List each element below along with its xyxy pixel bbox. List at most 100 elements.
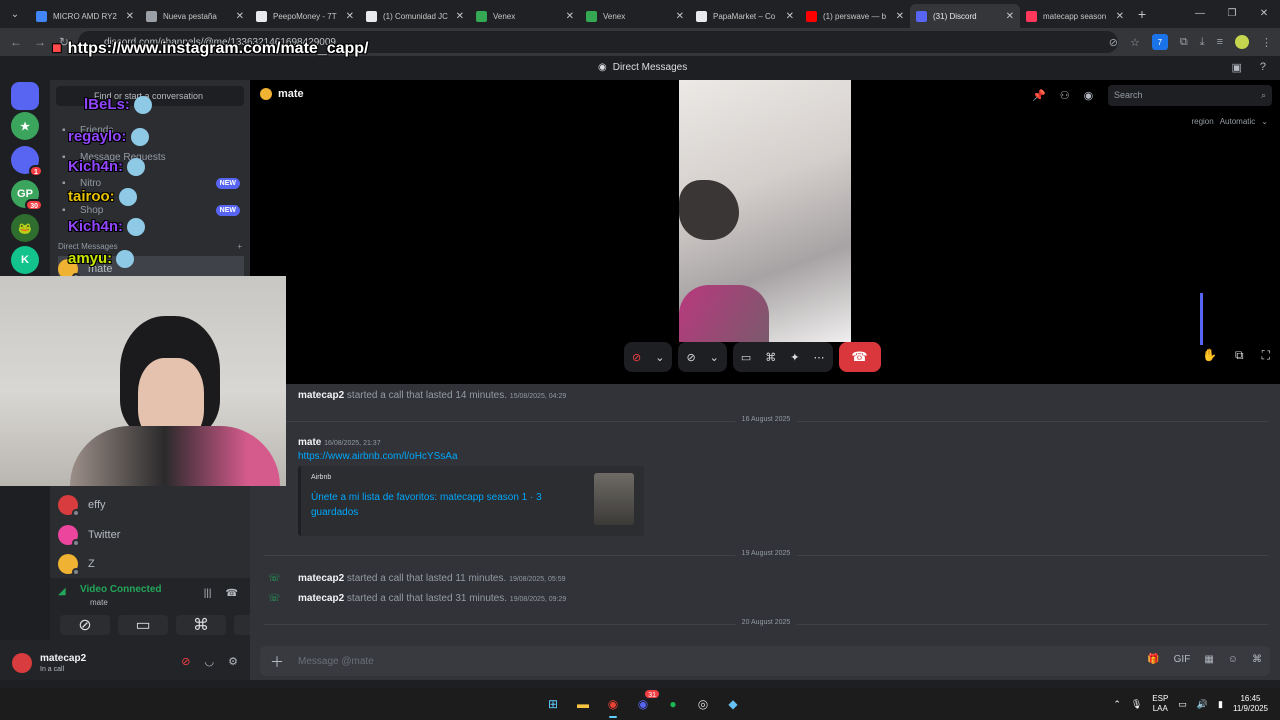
inbox-icon[interactable]: ▣: [1231, 61, 1241, 74]
obs-icon[interactable]: ◎: [691, 692, 715, 716]
new-tab-button[interactable]: +: [1130, 6, 1154, 22]
server-icon[interactable]: 1: [11, 146, 43, 177]
file-explorer-icon[interactable]: ▬: [571, 692, 595, 716]
gif-icon[interactable]: GIF: [1174, 654, 1191, 665]
tab-close-icon[interactable]: ✕: [236, 11, 244, 22]
message-author[interactable]: matecap2: [298, 573, 344, 584]
chevron-down-icon[interactable]: ⌄: [655, 351, 664, 364]
noise-suppression-icon[interactable]: |||: [204, 588, 212, 599]
activity-icon[interactable]: ⌘: [765, 351, 776, 364]
server-icon[interactable]: K: [11, 246, 39, 274]
network-icon[interactable]: ▭: [1178, 699, 1187, 710]
dm-item[interactable]: Z: [58, 551, 244, 577]
eye-off-icon[interactable]: ⊘: [1109, 36, 1118, 49]
server-icon[interactable]: [11, 82, 39, 110]
embed-title[interactable]: Únete a mi lista de favoritos: matecapp …: [311, 490, 551, 520]
server-icon[interactable]: ★: [11, 112, 39, 140]
tab-close-icon[interactable]: ✕: [566, 11, 574, 22]
tab-close-icon[interactable]: ✕: [346, 11, 354, 22]
camera-group[interactable]: ⊘ ⌄: [678, 342, 727, 372]
user-profile-icon[interactable]: ◉: [1084, 89, 1094, 102]
voice-channel[interactable]: mate: [90, 598, 108, 607]
browser-tab[interactable]: (1) perswave — b ✕: [800, 4, 910, 28]
add-friend-icon[interactable]: ⚇: [1060, 89, 1070, 102]
browser-tab[interactable]: MICRO AMD RY2 ✕: [30, 4, 140, 28]
tab-close-icon[interactable]: ✕: [456, 11, 464, 22]
message-link[interactable]: https://www.airbnb.com/l/oHcYSsAa: [298, 451, 458, 462]
tab-close-icon[interactable]: ✕: [676, 11, 684, 22]
chrome-icon[interactable]: ◉: [601, 692, 625, 718]
close-icon[interactable]: ✕: [1248, 0, 1280, 28]
hand-cursor-icon[interactable]: ✋: [1202, 348, 1217, 363]
server-icon[interactable]: 🐸: [11, 214, 39, 242]
message-composer[interactable]: ＋ Message @mate 🎁 GIF ▦ ☺ ⌘: [260, 646, 1270, 676]
steam-icon[interactable]: ◆: [721, 692, 745, 716]
tray-overflow-icon[interactable]: ⌃: [1113, 699, 1121, 710]
extension-icon[interactable]: 7: [1151, 34, 1168, 50]
sticker-icon[interactable]: ▦: [1204, 654, 1213, 665]
mute-icon[interactable]: ⊘: [181, 655, 190, 668]
microphone-icon[interactable]: 🎙: [1131, 699, 1142, 710]
download-icon[interactable]: ⤓: [1200, 36, 1205, 49]
browser-tab[interactable]: PeepoMoney - 7T ✕: [250, 4, 360, 28]
browser-tab[interactable]: Venex ✕: [580, 4, 690, 28]
dm-item[interactable]: effy: [58, 492, 244, 518]
apps-icon[interactable]: ⌘: [1252, 654, 1262, 665]
soundboard-icon[interactable]: ✦: [790, 351, 799, 364]
tab-close-icon[interactable]: ✕: [1116, 11, 1124, 22]
browser-tab[interactable]: Nueva pestaña ✕: [140, 4, 250, 28]
browser-tab[interactable]: (31) Discord ✕: [910, 4, 1020, 28]
more-options-icon[interactable]: ⋯: [814, 351, 825, 364]
disconnect-icon[interactable]: ☎: [226, 588, 238, 599]
share-screen-button[interactable]: ▭: [118, 615, 168, 635]
emoji-icon[interactable]: ☺: [1228, 654, 1238, 665]
browser-tab[interactable]: Venex ✕: [470, 4, 580, 28]
tab-close-icon[interactable]: ✕: [126, 11, 134, 22]
clock[interactable]: 16:45 11/9/2025: [1233, 694, 1268, 714]
help-icon[interactable]: ?: [1260, 61, 1266, 74]
browser-tab[interactable]: (1) Comunidad JC ✕: [360, 4, 470, 28]
server-icon[interactable]: GP 30: [11, 180, 43, 211]
remote-video-tile[interactable]: [679, 80, 851, 342]
avatar[interactable]: [12, 653, 32, 673]
language-indicator[interactable]: ESP LAA: [1152, 694, 1168, 714]
search-input[interactable]: Search ⌕: [1108, 85, 1272, 106]
share-screen-icon[interactable]: ▭: [741, 351, 751, 364]
signal-icon[interactable]: ◢: [58, 586, 66, 597]
dm-item[interactable]: Twitter: [58, 522, 244, 548]
profile-avatar[interactable]: [1235, 35, 1249, 49]
tab-close-icon[interactable]: ✕: [896, 11, 904, 22]
minimize-icon[interactable]: —: [1184, 0, 1216, 28]
gift-icon[interactable]: 🎁: [1147, 654, 1159, 665]
browser-tab[interactable]: PapaMarket – Co ✕: [690, 4, 800, 28]
tab-close-icon[interactable]: ✕: [786, 11, 794, 22]
battery-icon[interactable]: ▮: [1218, 699, 1223, 710]
restore-icon[interactable]: ❐: [1216, 0, 1248, 28]
start-button[interactable]: ⊞: [541, 692, 565, 716]
volume-icon[interactable]: 🔊: [1197, 699, 1208, 710]
forward-icon[interactable]: →: [28, 35, 52, 49]
tab-close-icon[interactable]: ✕: [1006, 11, 1014, 22]
back-icon[interactable]: ←: [4, 35, 28, 49]
activity-button[interactable]: ⌘: [176, 615, 226, 635]
settings-gear-icon[interactable]: ⚙: [228, 655, 238, 668]
pin-icon[interactable]: 📌: [1032, 89, 1046, 102]
discord-taskbar-icon[interactable]: ◉ 31: [631, 688, 661, 716]
fullscreen-icon[interactable]: ⛶: [1262, 348, 1270, 363]
end-call-button[interactable]: ☎: [838, 342, 881, 372]
bookmark-star-icon[interactable]: ☆: [1130, 36, 1140, 49]
mic-group[interactable]: ⊘ ⌄: [624, 342, 673, 372]
message-author[interactable]: mate: [298, 437, 321, 448]
spotify-icon[interactable]: ●: [661, 692, 685, 716]
browser-menu-icon[interactable]: ⋮: [1261, 36, 1272, 49]
media-control-icon[interactable]: ≡: [1217, 36, 1223, 48]
tab-search-button[interactable]: ⌄: [0, 0, 30, 28]
browser-tab[interactable]: matecapp season ✕: [1020, 4, 1130, 28]
popout-icon[interactable]: ⧉: [1235, 348, 1244, 363]
attach-plus-icon[interactable]: ＋: [270, 652, 284, 672]
region-selector[interactable]: region Automatic ⌄: [1191, 117, 1268, 126]
chevron-down-icon[interactable]: ⌄: [710, 351, 719, 364]
extensions-puzzle-icon[interactable]: ⧉: [1180, 36, 1188, 49]
embed-thumbnail[interactable]: [594, 473, 634, 525]
create-dm-button[interactable]: +: [237, 242, 242, 251]
